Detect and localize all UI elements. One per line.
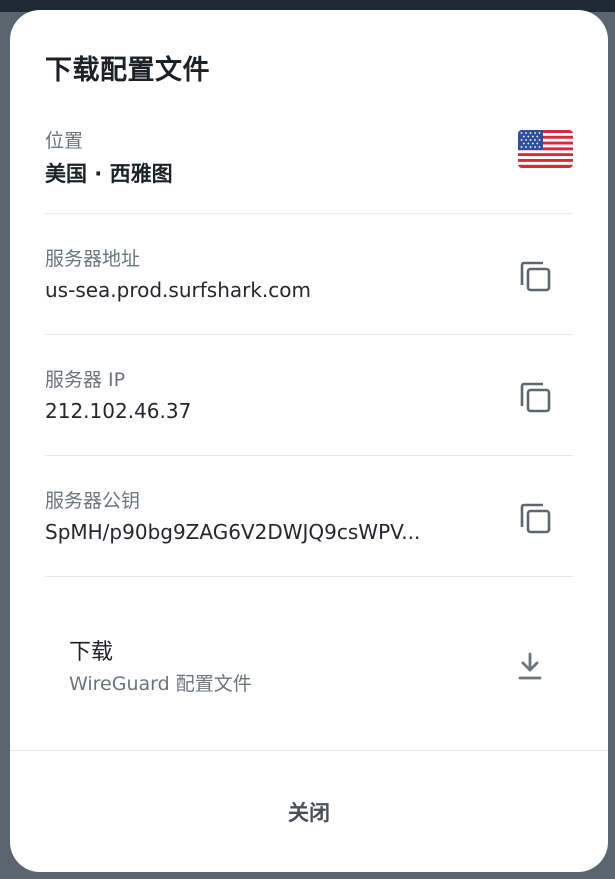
- close-button[interactable]: 关闭: [10, 751, 608, 872]
- download-subtitle: WireGuard 配置文件: [69, 673, 252, 695]
- dialog-title: 下载配置文件: [45, 55, 210, 86]
- public-key-label: 服务器公钥: [45, 490, 141, 512]
- location-value: 美国 · 西雅图: [45, 162, 173, 186]
- server-ip-row: 服务器 IP 212.102.46.37: [45, 335, 573, 455]
- us-flag-icon: [518, 130, 573, 168]
- server-address-row: 服务器地址 us-sea.prod.surfshark.com: [45, 214, 573, 334]
- server-address-value: us-sea.prod.surfshark.com: [45, 278, 312, 302]
- copy-server-ip-icon[interactable]: [519, 381, 553, 415]
- download-config-dialog: 下载配置文件 位置 美国 · 西雅图 服务器地址 us-sea.prod.sur…: [10, 10, 608, 872]
- server-ip-label: 服务器 IP: [45, 369, 126, 391]
- copy-server-address-icon[interactable]: [519, 260, 553, 294]
- public-key-value: SpMH/p90bg9ZAG6V2DWJQ9csWPV...: [45, 520, 421, 544]
- location-label: 位置: [45, 130, 84, 152]
- download-config-button[interactable]: 下载 WireGuard 配置文件: [45, 608, 573, 718]
- public-key-row: 服务器公钥 SpMH/p90bg9ZAG6V2DWJQ9csWPV...: [45, 456, 573, 576]
- server-ip-value: 212.102.46.37: [45, 399, 192, 423]
- copy-public-key-icon[interactable]: [519, 502, 553, 536]
- divider: [45, 576, 573, 577]
- server-address-label: 服务器地址: [45, 248, 141, 270]
- location-row: 位置 美国 · 西雅图: [45, 108, 573, 214]
- download-icon[interactable]: [517, 651, 543, 681]
- download-title: 下载: [69, 640, 114, 665]
